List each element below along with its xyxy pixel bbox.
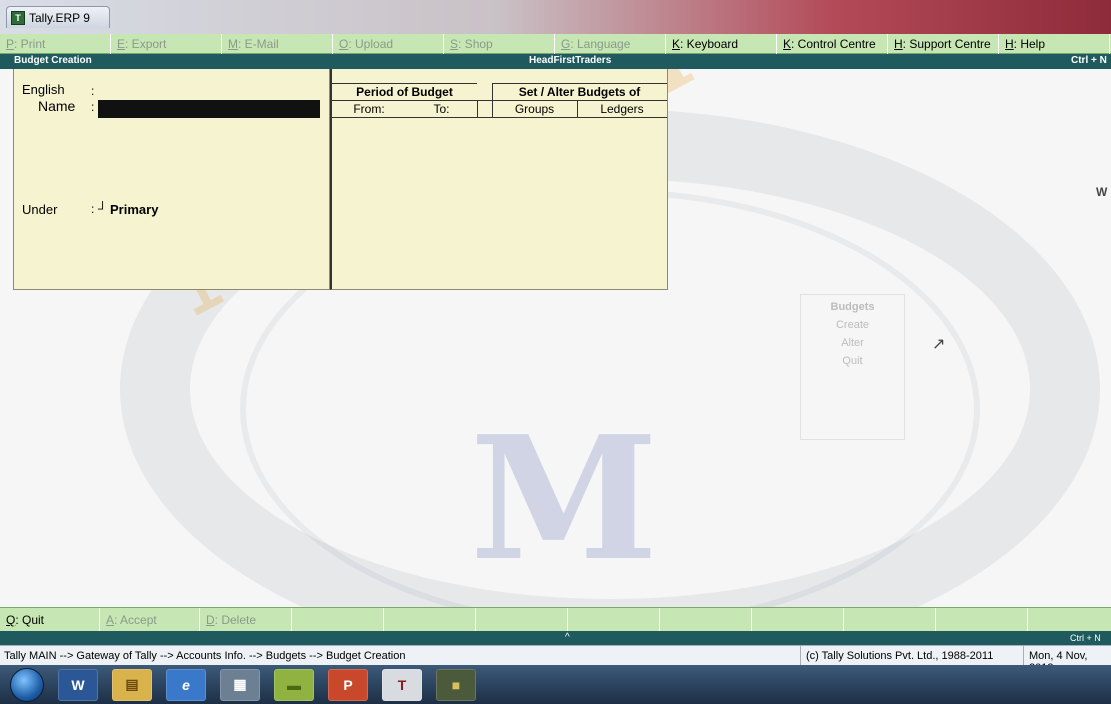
edge-text: W (1096, 185, 1108, 199)
english-colon: : (91, 84, 95, 98)
calculator-icon[interactable]: ▦ (220, 668, 260, 701)
ctrl-n-hint-bottom: Ctrl + N (1070, 633, 1101, 643)
windows-start-icon[interactable] (10, 667, 44, 702)
ghost-budgets-menu: Budgets Create Alter Quit (800, 294, 905, 440)
under-colon: : (91, 202, 95, 216)
mouse-cursor-icon: ↗ (932, 336, 946, 353)
to-label: To: (433, 102, 450, 116)
name-label: Name (38, 98, 76, 114)
company-name: HeadFirstTraders (529, 55, 612, 66)
empty-button-slot (660, 608, 752, 632)
window-title: Tally.ERP 9 (29, 10, 90, 25)
empty-button-slot (384, 608, 476, 632)
control-centre-button[interactable]: K: Control Centre (777, 34, 888, 54)
empty-button-slot (292, 608, 384, 632)
export-button[interactable]: E: Export (111, 34, 222, 54)
empty-button-slot (752, 608, 844, 632)
internet-explorer-icon[interactable]: e (166, 668, 206, 701)
ledgers-label: Ledgers (600, 102, 644, 116)
window-tab[interactable]: T Tally.ERP 9 (6, 6, 110, 28)
upload-button[interactable]: O: Upload (333, 34, 444, 54)
from-label: From: (353, 102, 385, 116)
language-button[interactable]: G: Language (555, 34, 666, 54)
status-bar: Tally MAIN --> Gateway of Tally --> Acco… (0, 645, 1111, 674)
tally-erp-icon[interactable]: T (382, 668, 422, 701)
table-rule (492, 83, 667, 84)
scroll-up-icon[interactable]: ^ (565, 632, 570, 643)
table-rule (332, 100, 667, 101)
under-label: Under (22, 202, 58, 217)
name-colon: : (91, 100, 95, 114)
window-titlebar: T Tally.ERP 9 (0, 0, 1111, 34)
status-separator (800, 646, 801, 666)
shop-button[interactable]: S: Shop (444, 34, 555, 54)
period-of-budget-header: Period of Budget (356, 85, 453, 99)
ctrl-n-hint: Ctrl + N (1071, 55, 1107, 66)
empty-button-slot (936, 608, 1028, 632)
table-rule (332, 83, 477, 84)
delete-button[interactable]: D: Delete (200, 608, 292, 632)
word-icon[interactable]: W (58, 668, 98, 701)
table-divider (577, 100, 578, 117)
keyboard-button[interactable]: K: Keyboard (666, 34, 777, 54)
scroll-strip: ^ Ctrl + N (0, 631, 1111, 645)
support-centre-button[interactable]: H: Support Centre (888, 34, 999, 54)
set-alter-budgets-header: Set / Alter Budgets of (518, 85, 641, 99)
breadcrumb: Tally MAIN --> Gateway of Tally --> Acco… (4, 650, 406, 662)
budget-form-panel: English : Name : Under : ┘ Primary (13, 69, 330, 290)
budget-name-input[interactable] (98, 100, 320, 118)
table-divider (477, 100, 478, 117)
under-value[interactable]: Primary (110, 202, 158, 217)
screen-title: Budget Creation (14, 55, 92, 66)
groups-label: Groups (514, 102, 555, 116)
english-label: English (22, 82, 65, 97)
table-rule (332, 117, 667, 118)
powerpoint-icon[interactable]: P (328, 668, 368, 701)
table-divider (492, 83, 493, 117)
budget-table-panel: Period of Budget Set / Alter Budgets of … (330, 69, 668, 290)
windows-taskbar: W ▤ e ▦ ▬ P T ■ (0, 665, 1111, 704)
status-separator (1023, 646, 1024, 666)
under-marker-icon: ┘ (98, 201, 108, 216)
help-button[interactable]: H: Help (999, 34, 1110, 54)
print-button[interactable]: P: Print (0, 34, 111, 54)
bottom-button-bar: Q: Quit A: Accept D: Delete (0, 607, 1111, 632)
quit-button[interactable]: Q: Quit (0, 608, 100, 632)
ghost-menu-create: Create (835, 319, 870, 331)
app-icon[interactable]: ■ (436, 668, 476, 701)
tally-app-icon: T (11, 10, 25, 25)
sticky-notes-icon[interactable]: ▬ (274, 668, 314, 701)
empty-button-slot (476, 608, 568, 632)
info-bar: Budget Creation HeadFirstTraders Ctrl + … (0, 54, 1111, 69)
empty-button-slot (568, 608, 660, 632)
empty-button-slot (844, 608, 936, 632)
ghost-menu-quit: Quit (842, 355, 863, 367)
watermark-logo: M (470, 399, 659, 599)
main-area: M Mobiteq Academy Budgets Create Alter Q… (0, 69, 1111, 607)
top-button-bar: P: Print E: Export M: E-Mail O: Upload S… (0, 34, 1111, 54)
copyright-text: (c) Tally Solutions Pvt. Ltd., 1988-2011 (806, 650, 994, 662)
accept-button[interactable]: A: Accept (100, 608, 200, 632)
ghost-menu-alter: Alter (841, 337, 864, 349)
email-button[interactable]: M: E-Mail (222, 34, 333, 54)
ghost-menu-title: Budgets (830, 301, 875, 313)
file-explorer-icon[interactable]: ▤ (112, 668, 152, 701)
